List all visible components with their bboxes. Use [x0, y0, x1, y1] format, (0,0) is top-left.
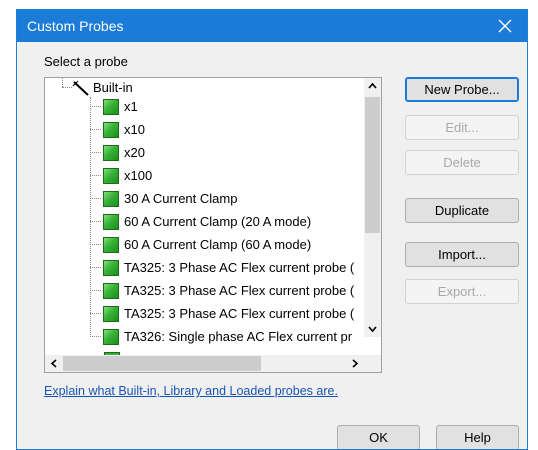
- tree-connector: [90, 313, 101, 314]
- tree-item-probe[interactable]: TA325: 3 Phase AC Flex current probe (: [90, 258, 354, 277]
- tree-item-probe[interactable]: 60 A Current Clamp (20 A mode): [90, 212, 311, 231]
- probe-icon: [103, 213, 119, 230]
- tree-item-built-in[interactable]: Built-in: [72, 78, 133, 97]
- probe-icon: [103, 121, 119, 138]
- tree-connector: [90, 290, 101, 291]
- scroll-right-icon[interactable]: [352, 359, 359, 368]
- delete-button[interactable]: Delete: [405, 150, 519, 175]
- tree-connector: [90, 267, 101, 268]
- import-button[interactable]: Import...: [405, 242, 519, 267]
- probe-tip-icon: [72, 80, 89, 96]
- probe-icon: [103, 259, 119, 276]
- tree-item-label: TA325: 3 Phase AC Flex current probe (: [124, 306, 355, 321]
- ok-button[interactable]: OK: [337, 425, 420, 449]
- tree-connector: [90, 198, 101, 199]
- probe-icon: [103, 236, 119, 253]
- tree-item-label: 60 A Current Clamp (60 A mode): [124, 237, 312, 252]
- tree-item-label: x20: [124, 145, 145, 160]
- tree-connector: [90, 175, 101, 176]
- tree-item-probe[interactable]: x10: [90, 120, 145, 139]
- custom-probes-dialog: Custom Probes Select a probe Built-in x1: [16, 9, 528, 450]
- probe-icon: [103, 328, 119, 345]
- tree-item-probe[interactable]: TA326: Single phase AC Flex current pr: [90, 327, 352, 346]
- tree-item-label: TA326: Single phase AC Flex current pr: [124, 329, 353, 344]
- scroll-up-icon[interactable]: [368, 82, 377, 89]
- tree-item-probe[interactable]: x1: [90, 97, 138, 116]
- select-probe-label: Select a probe: [44, 54, 128, 69]
- tree-connector: [90, 152, 101, 153]
- tree-item-probe[interactable]: x100: [90, 166, 152, 185]
- tree-item-label: x1: [124, 99, 138, 114]
- new-probe-button[interactable]: New Probe...: [405, 77, 519, 102]
- export-button[interactable]: Export...: [405, 279, 519, 304]
- probe-icon: [103, 305, 119, 322]
- tree-connector: [90, 129, 101, 130]
- tree-connector: [62, 87, 72, 88]
- horizontal-scroll-thumb[interactable]: [63, 356, 261, 371]
- probe-tree[interactable]: Built-in x1 x10 x20 x100 30 A Current Cl…: [44, 77, 382, 373]
- explain-probes-link[interactable]: Explain what Built-in, Library and Loade…: [44, 384, 338, 398]
- tree-item-label: TA325: 3 Phase AC Flex current probe (: [124, 283, 355, 298]
- help-button[interactable]: Help: [436, 425, 519, 449]
- tree-item-probe[interactable]: 60 A Current Clamp (60 A mode): [90, 235, 311, 254]
- close-icon: [498, 19, 512, 33]
- tree-item-label: 60 A Current Clamp (20 A mode): [124, 214, 312, 229]
- tree-item-label: Built-in: [93, 80, 133, 95]
- tree-connector: [90, 244, 101, 245]
- tree-item-probe[interactable]: x20: [90, 143, 145, 162]
- vertical-scroll-thumb[interactable]: [365, 97, 380, 233]
- scroll-down-icon[interactable]: [368, 326, 377, 333]
- vertical-scrollbar[interactable]: [364, 78, 381, 337]
- tree-connector: [90, 221, 101, 222]
- tree-connector: [62, 78, 63, 87]
- window-title: Custom Probes: [27, 18, 124, 34]
- tree-item-label: x10: [124, 122, 145, 137]
- scrollbar-corner: [364, 355, 381, 372]
- tree-connector: [90, 106, 101, 107]
- title-bar: Custom Probes: [17, 10, 527, 42]
- probe-icon: [103, 144, 119, 161]
- tree-connector: [90, 336, 101, 337]
- probe-icon: [103, 190, 119, 207]
- edit-button[interactable]: Edit...: [405, 115, 519, 140]
- tree-item-probe[interactable]: 30 A Current Clamp: [90, 189, 237, 208]
- probe-icon: [103, 282, 119, 299]
- tree-item-label: x100: [124, 168, 153, 183]
- horizontal-scrollbar[interactable]: [45, 355, 364, 372]
- probe-icon: [103, 98, 119, 115]
- tree-item-probe[interactable]: TA325: 3 Phase AC Flex current probe (: [90, 281, 354, 300]
- close-button[interactable]: [483, 10, 527, 42]
- scroll-left-icon[interactable]: [50, 359, 57, 368]
- duplicate-button[interactable]: Duplicate: [405, 198, 519, 223]
- tree-item-label: 30 A Current Clamp: [124, 191, 238, 206]
- tree-item-probe[interactable]: TA325: 3 Phase AC Flex current probe (: [90, 304, 354, 323]
- tree-item-label: TA325: 3 Phase AC Flex current probe (: [124, 260, 355, 275]
- probe-icon: [103, 167, 119, 184]
